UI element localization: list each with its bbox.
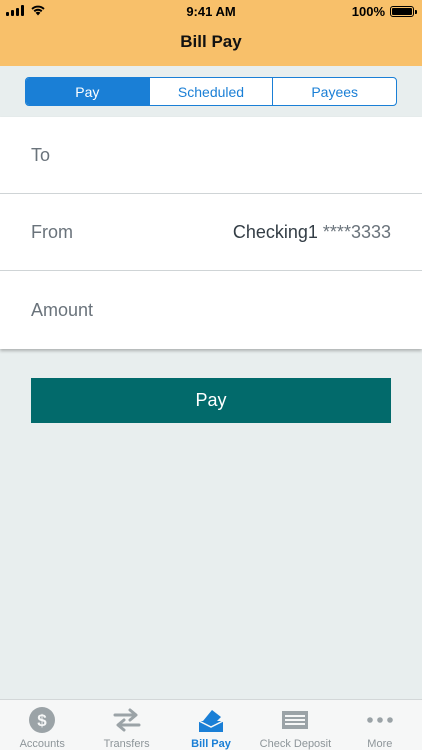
amount-label: Amount <box>31 299 94 320</box>
tab-label: More <box>367 738 393 750</box>
status-bar: 9:41 AM 100% <box>0 0 422 22</box>
from-field[interactable]: From Checking1 ****3333 <box>0 194 422 271</box>
segment-payees[interactable]: Payees <box>272 78 396 105</box>
pay-button[interactable]: Pay <box>31 378 391 423</box>
dollar-coin-icon: $ <box>29 707 56 733</box>
status-right: 100% <box>351 4 417 19</box>
bill-pay-envelope-icon <box>198 710 224 732</box>
segment-scheduled[interactable]: Scheduled <box>148 78 273 105</box>
from-label: From <box>31 221 73 242</box>
tab-accounts[interactable]: $ Accounts <box>0 700 84 750</box>
check-icon <box>282 711 309 729</box>
tab-label: Bill Pay <box>191 738 231 750</box>
from-account-name: Checking1 <box>232 221 318 242</box>
bill-pay-form: To From Checking1 ****3333 Amount <box>0 117 422 349</box>
amount-field[interactable]: Amount <box>0 271 422 349</box>
tab-more[interactable]: More <box>338 700 422 750</box>
svg-text:$: $ <box>37 711 47 730</box>
to-field[interactable]: To <box>0 117 422 194</box>
battery-icon <box>390 6 417 17</box>
page-title: Bill Pay <box>180 32 242 51</box>
tab-label: Check Deposit <box>259 738 332 750</box>
tab-label: Transfers <box>103 738 150 750</box>
segmented-control: Pay Scheduled Payees <box>25 77 397 106</box>
tab-label: Accounts <box>19 738 65 750</box>
tab-bill-pay[interactable]: Bill Pay <box>169 700 253 750</box>
battery-percentage: 100% <box>351 4 385 19</box>
transfer-arrows-icon <box>113 708 141 732</box>
tab-check-deposit[interactable]: Check Deposit <box>253 700 337 750</box>
tab-bar: $ Accounts Transfers Bill Pay Check Depo… <box>0 699 422 750</box>
segment-container: Pay Scheduled Payees <box>0 66 422 117</box>
tab-transfers[interactable]: Transfers <box>84 700 168 750</box>
header: 9:41 AM 100% Bill Pay <box>0 0 422 66</box>
segment-pay[interactable]: Pay <box>26 78 149 105</box>
from-account-value: Checking1 ****3333 <box>233 222 391 243</box>
to-label: To <box>31 144 51 165</box>
more-dots-icon <box>367 717 393 723</box>
from-account-number: ****3333 <box>317 221 391 242</box>
